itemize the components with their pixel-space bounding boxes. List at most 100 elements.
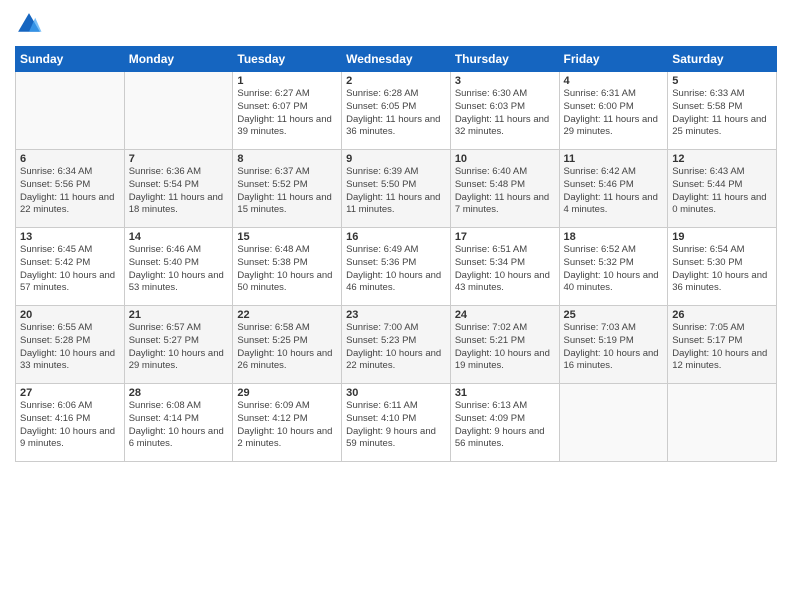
- day-number: 7: [129, 153, 229, 165]
- page: SundayMondayTuesdayWednesdayThursdayFrid…: [0, 0, 792, 612]
- logo-icon: [15, 10, 43, 38]
- day-detail: Sunrise: 7:03 AM Sunset: 5:19 PM Dayligh…: [564, 322, 664, 373]
- day-detail: Sunrise: 6:30 AM Sunset: 6:03 PM Dayligh…: [455, 88, 555, 139]
- week-row-4: 20Sunrise: 6:55 AM Sunset: 5:28 PM Dayli…: [16, 306, 777, 384]
- weekday-friday: Friday: [559, 47, 668, 72]
- day-detail: Sunrise: 6:45 AM Sunset: 5:42 PM Dayligh…: [20, 244, 120, 295]
- day-number: 30: [346, 387, 446, 399]
- table-row: 9Sunrise: 6:39 AM Sunset: 5:50 PM Daylig…: [342, 150, 451, 228]
- logo: [15, 10, 47, 38]
- table-row: 7Sunrise: 6:36 AM Sunset: 5:54 PM Daylig…: [124, 150, 233, 228]
- day-number: 16: [346, 231, 446, 243]
- day-detail: Sunrise: 6:34 AM Sunset: 5:56 PM Dayligh…: [20, 166, 120, 217]
- day-number: 3: [455, 75, 555, 87]
- day-detail: Sunrise: 6:46 AM Sunset: 5:40 PM Dayligh…: [129, 244, 229, 295]
- day-detail: Sunrise: 6:28 AM Sunset: 6:05 PM Dayligh…: [346, 88, 446, 139]
- table-row: 22Sunrise: 6:58 AM Sunset: 5:25 PM Dayli…: [233, 306, 342, 384]
- day-detail: Sunrise: 6:31 AM Sunset: 6:00 PM Dayligh…: [564, 88, 664, 139]
- header: [15, 10, 777, 38]
- day-detail: Sunrise: 6:48 AM Sunset: 5:38 PM Dayligh…: [237, 244, 337, 295]
- weekday-sunday: Sunday: [16, 47, 125, 72]
- day-number: 2: [346, 75, 446, 87]
- week-row-5: 27Sunrise: 6:06 AM Sunset: 4:16 PM Dayli…: [16, 384, 777, 462]
- table-row: [668, 384, 777, 462]
- day-detail: Sunrise: 6:27 AM Sunset: 6:07 PM Dayligh…: [237, 88, 337, 139]
- day-detail: Sunrise: 6:49 AM Sunset: 5:36 PM Dayligh…: [346, 244, 446, 295]
- weekday-tuesday: Tuesday: [233, 47, 342, 72]
- day-detail: Sunrise: 6:43 AM Sunset: 5:44 PM Dayligh…: [672, 166, 772, 217]
- day-number: 31: [455, 387, 555, 399]
- day-detail: Sunrise: 6:13 AM Sunset: 4:09 PM Dayligh…: [455, 400, 555, 451]
- day-detail: Sunrise: 6:37 AM Sunset: 5:52 PM Dayligh…: [237, 166, 337, 217]
- day-number: 6: [20, 153, 120, 165]
- day-detail: Sunrise: 6:08 AM Sunset: 4:14 PM Dayligh…: [129, 400, 229, 451]
- table-row: 16Sunrise: 6:49 AM Sunset: 5:36 PM Dayli…: [342, 228, 451, 306]
- table-row: 21Sunrise: 6:57 AM Sunset: 5:27 PM Dayli…: [124, 306, 233, 384]
- day-detail: Sunrise: 6:36 AM Sunset: 5:54 PM Dayligh…: [129, 166, 229, 217]
- day-number: 1: [237, 75, 337, 87]
- week-row-1: 1Sunrise: 6:27 AM Sunset: 6:07 PM Daylig…: [16, 72, 777, 150]
- table-row: 3Sunrise: 6:30 AM Sunset: 6:03 PM Daylig…: [450, 72, 559, 150]
- day-detail: Sunrise: 6:40 AM Sunset: 5:48 PM Dayligh…: [455, 166, 555, 217]
- day-number: 4: [564, 75, 664, 87]
- day-detail: Sunrise: 7:00 AM Sunset: 5:23 PM Dayligh…: [346, 322, 446, 373]
- table-row: 8Sunrise: 6:37 AM Sunset: 5:52 PM Daylig…: [233, 150, 342, 228]
- day-detail: Sunrise: 6:57 AM Sunset: 5:27 PM Dayligh…: [129, 322, 229, 373]
- day-detail: Sunrise: 6:54 AM Sunset: 5:30 PM Dayligh…: [672, 244, 772, 295]
- table-row: 13Sunrise: 6:45 AM Sunset: 5:42 PM Dayli…: [16, 228, 125, 306]
- table-row: [559, 384, 668, 462]
- day-detail: Sunrise: 6:06 AM Sunset: 4:16 PM Dayligh…: [20, 400, 120, 451]
- table-row: 31Sunrise: 6:13 AM Sunset: 4:09 PM Dayli…: [450, 384, 559, 462]
- calendar-body: 1Sunrise: 6:27 AM Sunset: 6:07 PM Daylig…: [16, 72, 777, 462]
- day-number: 22: [237, 309, 337, 321]
- day-number: 17: [455, 231, 555, 243]
- table-row: 26Sunrise: 7:05 AM Sunset: 5:17 PM Dayli…: [668, 306, 777, 384]
- table-row: [16, 72, 125, 150]
- day-number: 15: [237, 231, 337, 243]
- table-row: [124, 72, 233, 150]
- day-number: 14: [129, 231, 229, 243]
- table-row: 28Sunrise: 6:08 AM Sunset: 4:14 PM Dayli…: [124, 384, 233, 462]
- day-number: 18: [564, 231, 664, 243]
- weekday-row: SundayMondayTuesdayWednesdayThursdayFrid…: [16, 47, 777, 72]
- day-number: 11: [564, 153, 664, 165]
- day-number: 13: [20, 231, 120, 243]
- day-number: 19: [672, 231, 772, 243]
- day-number: 9: [346, 153, 446, 165]
- table-row: 18Sunrise: 6:52 AM Sunset: 5:32 PM Dayli…: [559, 228, 668, 306]
- table-row: 4Sunrise: 6:31 AM Sunset: 6:00 PM Daylig…: [559, 72, 668, 150]
- day-number: 21: [129, 309, 229, 321]
- table-row: 19Sunrise: 6:54 AM Sunset: 5:30 PM Dayli…: [668, 228, 777, 306]
- table-row: 24Sunrise: 7:02 AM Sunset: 5:21 PM Dayli…: [450, 306, 559, 384]
- day-number: 12: [672, 153, 772, 165]
- day-number: 29: [237, 387, 337, 399]
- table-row: 14Sunrise: 6:46 AM Sunset: 5:40 PM Dayli…: [124, 228, 233, 306]
- day-detail: Sunrise: 6:55 AM Sunset: 5:28 PM Dayligh…: [20, 322, 120, 373]
- table-row: 6Sunrise: 6:34 AM Sunset: 5:56 PM Daylig…: [16, 150, 125, 228]
- day-number: 20: [20, 309, 120, 321]
- day-detail: Sunrise: 6:42 AM Sunset: 5:46 PM Dayligh…: [564, 166, 664, 217]
- table-row: 27Sunrise: 6:06 AM Sunset: 4:16 PM Dayli…: [16, 384, 125, 462]
- table-row: 20Sunrise: 6:55 AM Sunset: 5:28 PM Dayli…: [16, 306, 125, 384]
- day-number: 28: [129, 387, 229, 399]
- table-row: 1Sunrise: 6:27 AM Sunset: 6:07 PM Daylig…: [233, 72, 342, 150]
- table-row: 30Sunrise: 6:11 AM Sunset: 4:10 PM Dayli…: [342, 384, 451, 462]
- weekday-wednesday: Wednesday: [342, 47, 451, 72]
- week-row-3: 13Sunrise: 6:45 AM Sunset: 5:42 PM Dayli…: [16, 228, 777, 306]
- table-row: 5Sunrise: 6:33 AM Sunset: 5:58 PM Daylig…: [668, 72, 777, 150]
- day-number: 10: [455, 153, 555, 165]
- day-number: 26: [672, 309, 772, 321]
- table-row: 11Sunrise: 6:42 AM Sunset: 5:46 PM Dayli…: [559, 150, 668, 228]
- table-row: 2Sunrise: 6:28 AM Sunset: 6:05 PM Daylig…: [342, 72, 451, 150]
- week-row-2: 6Sunrise: 6:34 AM Sunset: 5:56 PM Daylig…: [16, 150, 777, 228]
- day-number: 25: [564, 309, 664, 321]
- table-row: 10Sunrise: 6:40 AM Sunset: 5:48 PM Dayli…: [450, 150, 559, 228]
- day-number: 24: [455, 309, 555, 321]
- day-number: 27: [20, 387, 120, 399]
- day-detail: Sunrise: 6:09 AM Sunset: 4:12 PM Dayligh…: [237, 400, 337, 451]
- table-row: 23Sunrise: 7:00 AM Sunset: 5:23 PM Dayli…: [342, 306, 451, 384]
- calendar-header: SundayMondayTuesdayWednesdayThursdayFrid…: [16, 47, 777, 72]
- day-detail: Sunrise: 6:58 AM Sunset: 5:25 PM Dayligh…: [237, 322, 337, 373]
- table-row: 29Sunrise: 6:09 AM Sunset: 4:12 PM Dayli…: [233, 384, 342, 462]
- calendar-table: SundayMondayTuesdayWednesdayThursdayFrid…: [15, 46, 777, 462]
